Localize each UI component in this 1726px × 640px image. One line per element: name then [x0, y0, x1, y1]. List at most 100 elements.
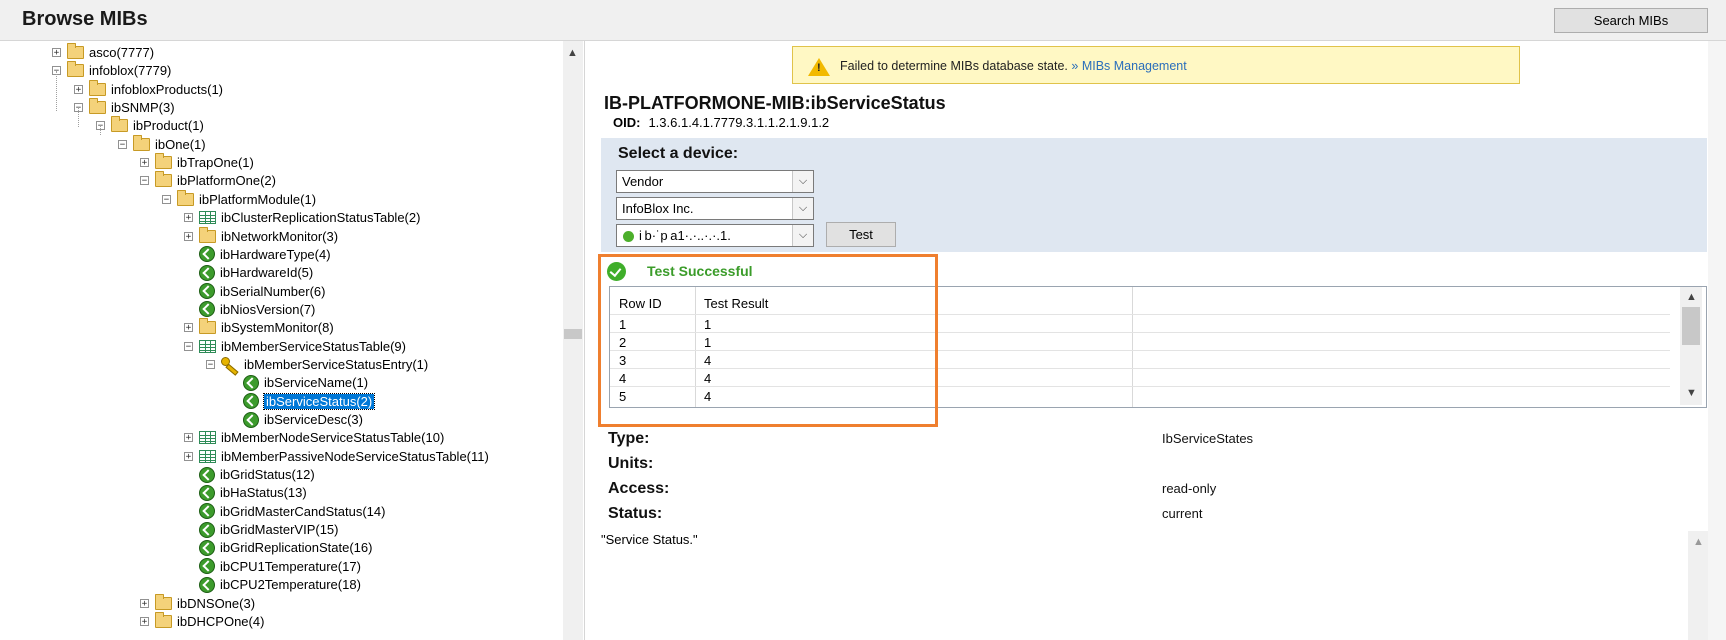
scroll-thumb[interactable] — [1682, 307, 1700, 345]
expand-icon[interactable]: + — [52, 48, 61, 58]
chevron-down-icon[interactable]: ⌵ — [792, 225, 813, 246]
tree-node-label[interactable]: ibTrapOne(1) — [177, 155, 254, 170]
host-select[interactable]: i b·˙p a1·.·..·.·.1. ⌵ — [616, 224, 814, 247]
manufacturer-select[interactable]: InfoBlox Inc. ⌵ — [616, 197, 814, 220]
tree-node[interactable]: − ibOne(1) — [118, 134, 206, 154]
tree-node[interactable]: − infoblox(7779) — [52, 61, 171, 80]
tree-node-label[interactable]: ibCPU2Temperature(18) — [220, 577, 361, 592]
tree-node-label[interactable]: ibPlatformOne(2) — [177, 173, 276, 188]
tree-node-label[interactable]: ibDNSOne(3) — [177, 596, 255, 611]
tree-node-label[interactable]: ibMemberServiceStatusEntry(1) — [244, 357, 428, 372]
tree-node[interactable]: ibGridMasterVIP(15) — [184, 520, 338, 539]
expand-icon[interactable]: + — [184, 231, 193, 241]
test-button[interactable]: Test — [826, 222, 896, 247]
expand-icon[interactable]: + — [74, 84, 83, 94]
tree-node[interactable]: − ibMemberServiceStatusTable(9) — [184, 337, 406, 356]
tree-node-label[interactable]: ibPlatformModule(1) — [199, 192, 316, 207]
tree-node[interactable]: ibSerialNumber(6) — [184, 282, 325, 301]
tree-node-label[interactable]: ibGridMasterVIP(15) — [220, 522, 338, 537]
tree-node[interactable]: − ibPlatformModule(1) — [162, 189, 316, 209]
tree-node-label[interactable]: ibHardwareType(4) — [220, 247, 331, 262]
grid-scrollbar[interactable]: ▲ ▼ — [1680, 287, 1702, 405]
chevron-down-icon[interactable]: ⌵ — [792, 171, 813, 192]
tree-node[interactable]: ibGridMasterCandStatus(14) — [184, 502, 385, 521]
collapse-icon[interactable]: − — [162, 194, 171, 204]
tree-node-label[interactable]: ibNetworkMonitor(3) — [221, 229, 338, 244]
tree-node[interactable]: + ibDHCPOne(4) — [140, 611, 264, 631]
tree-node-label[interactable]: ibServiceStatus(2) — [262, 392, 376, 410]
tree-node-label[interactable]: ibGridMasterCandStatus(14) — [220, 504, 385, 519]
tree-node-label[interactable]: ibHardwareId(5) — [220, 265, 313, 280]
mib-tree[interactable]: + asco(7777) − infoblox(7779) + infobloxProdu… — [10, 41, 585, 640]
scroll-up-icon[interactable]: ▲ — [1686, 291, 1697, 303]
expand-icon[interactable]: + — [140, 158, 149, 168]
tree-node[interactable]: + ibDNSOne(3) — [140, 593, 255, 613]
tree-node[interactable]: − ibSNMP(3) — [74, 98, 175, 117]
tree-node-label[interactable]: ibMemberServiceStatusTable(9) — [221, 339, 406, 354]
tree-node[interactable]: + ibTrapOne(1) — [140, 153, 254, 172]
tree-node-label[interactable]: ibClusterReplicationStatusTable(2) — [221, 210, 420, 225]
leaf-node-icon — [199, 246, 215, 263]
tree-node-label[interactable]: ibMemberNodeServiceStatusTable(10) — [221, 430, 444, 445]
tree-node-label[interactable]: infoblox(7779) — [89, 63, 171, 78]
tree-node[interactable]: ibServiceName(1) — [228, 373, 368, 392]
tree-node-label[interactable]: ibGridStatus(12) — [220, 467, 315, 482]
tree-node[interactable]: + ibSystemMonitor(8) — [184, 318, 334, 337]
tree-node-label[interactable]: infobloxProducts(1) — [111, 82, 223, 97]
vendor-select[interactable]: Vendor ⌵ — [616, 170, 814, 193]
tree-node[interactable]: ibHaStatus(13) — [184, 483, 307, 502]
tree-node[interactable]: + ibMemberPassiveNodeServiceStatusTable(1… — [184, 447, 489, 466]
collapse-icon[interactable]: − — [140, 176, 149, 186]
collapse-icon[interactable]: − — [184, 341, 193, 351]
tree-node[interactable]: + ibClusterReplicationStatusTable(2) — [184, 208, 420, 227]
expand-icon[interactable]: + — [184, 323, 193, 333]
tree-node-label[interactable]: ibProduct(1) — [133, 118, 204, 133]
scroll-up-icon[interactable]: ▲ — [1693, 536, 1704, 548]
scroll-thumb[interactable] — [564, 329, 582, 339]
tree-node-label[interactable]: ibHaStatus(13) — [220, 485, 307, 500]
tree-node-label[interactable]: ibGridReplicationState(16) — [220, 540, 372, 555]
description-scrollbar[interactable]: ▲ — [1688, 531, 1708, 640]
tree-node-label[interactable]: ibSerialNumber(6) — [220, 284, 325, 299]
mibs-management-link[interactable]: » MIBs Management — [1071, 59, 1186, 73]
window-scrollbar[interactable] — [1708, 41, 1726, 640]
tree-node[interactable]: ibCPU1Temperature(17) — [184, 557, 361, 576]
tree-node-label[interactable]: ibSystemMonitor(8) — [221, 320, 334, 335]
chevron-down-icon[interactable]: ⌵ — [792, 198, 813, 219]
tree-node-label[interactable]: ibOne(1) — [155, 137, 206, 152]
tree-node[interactable]: ibGridReplicationState(16) — [184, 538, 372, 557]
tree-node[interactable]: − ibProduct(1) — [96, 116, 204, 135]
tree-scrollbar[interactable]: ▲ — [563, 41, 583, 640]
collapse-icon[interactable]: − — [206, 359, 215, 369]
tree-node[interactable]: ibHardwareType(4) — [184, 245, 331, 264]
tree-node[interactable]: ibHardwareId(5) — [184, 263, 313, 282]
tree-node[interactable]: + ibMemberNodeServiceStatusTable(10) — [184, 428, 444, 447]
tree-node-label[interactable]: ibSNMP(3) — [111, 100, 175, 115]
tree-node-label[interactable]: ibServiceDesc(3) — [264, 412, 363, 427]
tree-node-label[interactable]: asco(7777) — [89, 45, 154, 60]
tree-node[interactable]: ibServiceDesc(3) — [228, 410, 363, 429]
tree-node-label[interactable]: ibDHCPOne(4) — [177, 614, 264, 629]
tree-node[interactable]: − ibPlatformOne(2) — [140, 171, 276, 190]
scroll-down-icon[interactable]: ▼ — [1686, 387, 1697, 399]
expand-icon[interactable]: + — [184, 213, 193, 223]
expand-icon[interactable]: + — [140, 616, 149, 626]
tree-node[interactable]: − ibMemberServiceStatusEntry(1) — [206, 355, 428, 374]
tree-node-label[interactable]: ibNiosVersion(7) — [220, 302, 315, 317]
tree-node-label[interactable]: ibCPU1Temperature(17) — [220, 559, 361, 574]
tree-node-label[interactable]: ibMemberPassiveNodeServiceStatusTable(11… — [221, 449, 489, 464]
expand-icon[interactable]: + — [184, 451, 193, 461]
tree-node[interactable]: ibNiosVersion(7) — [184, 300, 315, 319]
collapse-icon[interactable]: − — [118, 139, 127, 149]
expand-icon[interactable]: + — [140, 598, 149, 608]
tree-node[interactable]: ibServiceStatus(2) — [228, 392, 376, 411]
tree-node-label[interactable]: ibServiceName(1) — [264, 375, 368, 390]
scroll-up-icon[interactable]: ▲ — [567, 47, 578, 59]
tree-node[interactable]: + ibNetworkMonitor(3) — [184, 226, 338, 246]
tree-node[interactable]: ibCPU2Temperature(18) — [184, 575, 361, 594]
tree-node[interactable]: + infobloxProducts(1) — [74, 79, 223, 99]
expand-icon[interactable]: + — [184, 433, 193, 443]
search-mibs-button[interactable]: Search MIBs — [1554, 8, 1708, 33]
tree-node[interactable]: ibGridStatus(12) — [184, 465, 315, 484]
tree-node[interactable]: + asco(7777) — [52, 43, 154, 62]
